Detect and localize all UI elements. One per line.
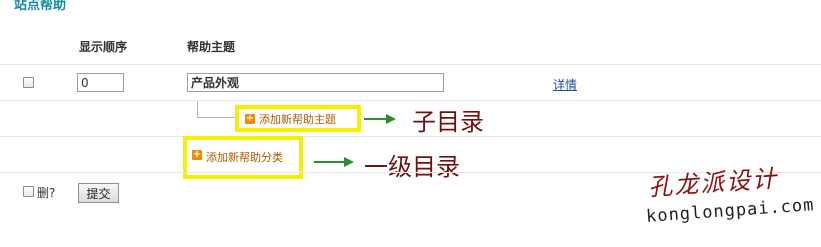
delete-checkbox[interactable] (23, 186, 34, 197)
arrow-head-icon (386, 114, 396, 124)
detail-link[interactable]: 详情 (553, 76, 577, 93)
submit-button[interactable]: 提交 (78, 183, 119, 203)
order-input[interactable] (77, 73, 124, 92)
annotation-sub-dir: 子目录 (412, 108, 484, 136)
delete-label: 删? (37, 186, 56, 200)
watermark-logo-cn: 孔龙派设计 (647, 164, 779, 202)
page-title: 站点帮助 (14, 0, 67, 13)
row-select-checkbox[interactable] (23, 77, 34, 88)
column-header-topic: 帮助主题 (187, 40, 236, 54)
annotation-first-level: 一级目录 (364, 153, 460, 181)
add-icon: + (192, 149, 202, 160)
header-divider (0, 64, 821, 65)
row-divider (0, 100, 821, 101)
arrow-head-icon (344, 157, 354, 167)
add-category-link[interactable]: 添加新帮助分类 (206, 149, 283, 165)
topic-input[interactable] (187, 73, 444, 92)
row-divider (0, 136, 821, 137)
add-topic-link[interactable]: 添加新帮助主题 (259, 111, 336, 127)
arrow-to-sub-dir (364, 118, 388, 120)
add-topic-highlight: + 添加新帮助主题 (235, 105, 361, 132)
column-header-order: 显示顺序 (79, 40, 128, 54)
tree-connector-vertical (197, 101, 198, 117)
tree-connector-horizontal (197, 117, 235, 118)
arrow-to-first-level (314, 161, 346, 163)
add-icon: + (245, 112, 255, 124)
